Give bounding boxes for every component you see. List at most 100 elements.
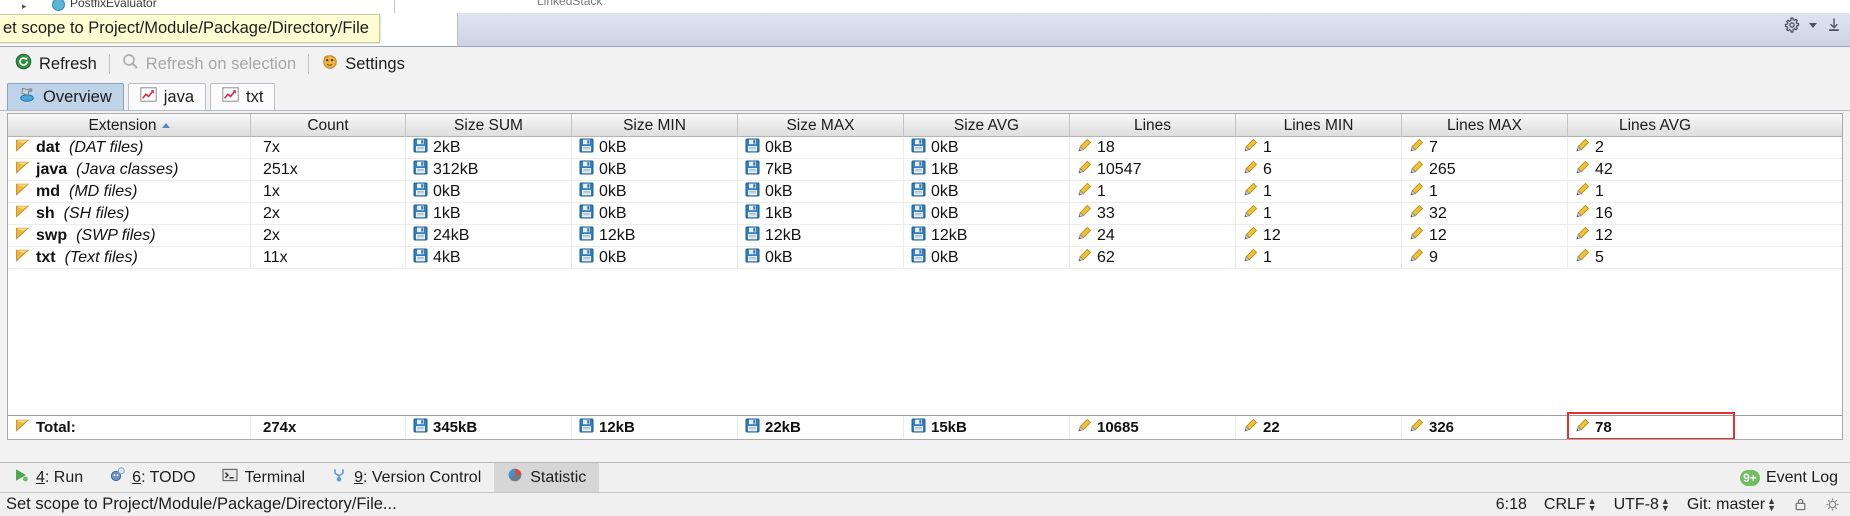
table-row[interactable]: dat (DAT files) 7x 2kB 0kB 0kB 0kB 18 1 7 2 [8, 137, 1842, 159]
file-size-icon [911, 248, 926, 268]
toolwindow-button-run[interactable]: 4: Run [0, 463, 96, 492]
status-caret-position[interactable]: 6:18 [1496, 496, 1527, 514]
class-icon [52, 0, 65, 11]
table-header-lines-avg[interactable]: Lines AVG [1568, 114, 1742, 137]
cell-size-max: 0kB [738, 181, 904, 203]
table-header-size-avg[interactable]: Size AVG [904, 114, 1070, 137]
table-header-lines-min[interactable]: Lines MIN [1236, 114, 1402, 137]
table-header-size-max[interactable]: Size MAX [738, 114, 904, 137]
toolwindow-button-todo[interactable]: 6: TODO [96, 463, 208, 492]
gear-icon[interactable] [1784, 17, 1800, 33]
settings-button[interactable]: Settings [312, 51, 414, 77]
lines-count-icon [1077, 418, 1092, 437]
cell-value: 0kB [931, 249, 959, 266]
table-header-size-min[interactable]: Size MIN [572, 114, 738, 137]
table-header-label: Extension [88, 116, 157, 134]
cell-value: 1kB [765, 205, 793, 222]
stepper-icon: ▲ ▼ [1767, 495, 1776, 513]
cell-value: 0kB [765, 249, 793, 266]
table-header-label: Count [307, 116, 349, 134]
inspections-gear-icon[interactable] [1825, 497, 1840, 512]
cell-value: 0kB [765, 183, 793, 200]
cell-size-avg: 0kB [904, 181, 1070, 203]
cell-lines: 18 [1070, 137, 1236, 159]
cell-value: 0kB [931, 139, 959, 156]
toolbar-separator [108, 54, 110, 74]
cell-total-size-max: 22kB [738, 416, 904, 439]
cell-value: 274x [263, 419, 297, 436]
refresh-on-selection-button[interactable]: Refresh on selection [113, 51, 305, 77]
table-row[interactable]: swp (SWP files) 2x 24kB 12kB 12kB 12kB 24 12 12 12 [8, 225, 1842, 247]
tab-txt-label: txt [246, 87, 264, 106]
event-log-label: Event Log [1765, 468, 1838, 486]
statistic-table: Extension Count Size SUM Size MIN Size MAX Si… [7, 113, 1843, 440]
file-size-icon [413, 226, 428, 246]
table-header-lines-max[interactable]: Lines MAX [1402, 114, 1568, 137]
tab-java[interactable]: java [127, 83, 207, 110]
cell-size-avg: 12kB [904, 225, 1070, 247]
tab-txt[interactable]: txt [210, 83, 276, 110]
refresh-button[interactable]: Refresh [6, 51, 106, 77]
cell-value: 1 [1263, 205, 1272, 222]
extension-name: dat [36, 139, 60, 156]
lock-icon[interactable] [1793, 497, 1808, 512]
cell-value: 4kB [433, 249, 461, 266]
table-body: dat (DAT files) 7x 2kB 0kB 0kB 0kB 18 1 7 2 java (Ja… [8, 137, 1842, 269]
lines-count-icon [1243, 248, 1258, 268]
cell-size-max: 7kB [738, 159, 904, 181]
table-header-size-sum[interactable]: Size SUM [406, 114, 572, 137]
cell-total-label: Total: [8, 416, 251, 439]
table-header-count[interactable]: Count [251, 114, 406, 137]
cell-total-lines-max: 326 [1402, 416, 1568, 439]
toolwindow-button-terminal[interactable]: Terminal [209, 463, 318, 492]
lines-count-icon [1077, 182, 1092, 202]
header-action-icons [1784, 17, 1842, 33]
cell-value: 0kB [931, 183, 959, 200]
cell-total-size-avg: 15kB [904, 416, 1070, 439]
cell-size-sum: 312kB [406, 159, 572, 181]
cell-value: 12kB [599, 227, 636, 244]
cell-value: 22kB [765, 419, 801, 436]
cell-extension: swp (SWP files) [8, 225, 251, 247]
table-row[interactable]: java (Java classes) 251x 312kB 0kB 7kB 1kB 1054… [8, 159, 1842, 181]
cell-value: 62 [1097, 249, 1115, 266]
file-size-icon [579, 204, 594, 224]
table-row[interactable]: txt (Text files) 11x 4kB 0kB 0kB 0kB 62 1 9 5 [8, 247, 1842, 269]
cell-value: 10685 [1097, 419, 1139, 436]
table-header-extension[interactable]: Extension [8, 114, 251, 137]
extension-description: (Text files) [64, 249, 138, 266]
lines-count-icon [1243, 160, 1258, 180]
file-size-icon [413, 160, 428, 180]
tree-expand-arrow-icon: ▸ [22, 1, 27, 11]
hide-window-icon[interactable] [1826, 17, 1842, 33]
table-total-row: Total: 274x 345kB 12kB 22kB 15kB 10685 22 326 78 [8, 415, 1842, 439]
file-size-icon [413, 204, 428, 224]
status-encoding[interactable]: UTF-8 ▲ ▼ [1614, 496, 1670, 514]
table-header-lines[interactable]: Lines [1070, 114, 1236, 137]
cell-count: 11x [251, 247, 406, 269]
tab-overview[interactable]: Overview [7, 83, 124, 110]
extension-description: (Java classes) [76, 161, 179, 178]
tool-window-bar: 4: Run 6: TODO Terminal 9: Version Control S… [0, 462, 1850, 492]
file-size-icon [413, 138, 428, 158]
cell-value: 12 [1595, 227, 1613, 244]
status-git-branch[interactable]: Git: master ▲ ▼ [1687, 496, 1776, 514]
cell-total-lines-avg: 78 [1568, 416, 1742, 439]
table-row[interactable]: sh (SH files) 2x 1kB 0kB 1kB 0kB 33 1 32 16 [8, 203, 1842, 225]
total-label: Total: [36, 419, 76, 436]
cell-value: 2x [263, 227, 280, 244]
extension-description: (DAT files) [69, 139, 144, 156]
lines-count-icon [1077, 248, 1092, 268]
table-row[interactable]: md (MD files) 1x 0kB 0kB 0kB 0kB 1 1 1 1 [8, 181, 1842, 203]
settings-icon [321, 53, 338, 75]
lines-count-icon [1575, 182, 1590, 202]
event-log-button[interactable]: 9+ Event Log [1734, 463, 1850, 492]
cell-lines-avg: 1 [1568, 181, 1742, 203]
cell-lines-min: 1 [1236, 247, 1402, 269]
cell-value: 0kB [433, 183, 461, 200]
status-line-separator[interactable]: CRLF ▲ ▼ [1544, 496, 1597, 514]
toolwindow-button-statistic[interactable]: Statistic [494, 463, 600, 492]
cell-size-sum: 0kB [406, 181, 572, 203]
toolwindow-button-version-control[interactable]: 9: Version Control [318, 463, 494, 492]
chevron-down-icon[interactable] [1809, 22, 1817, 28]
